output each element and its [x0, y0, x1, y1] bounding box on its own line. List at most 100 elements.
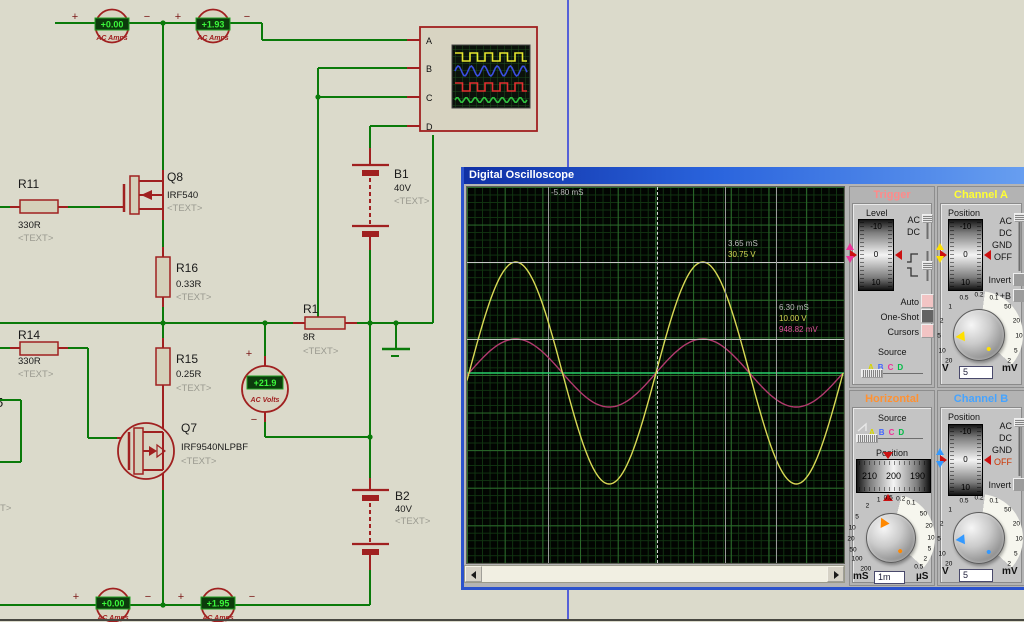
channel-a-coupling-slider[interactable]: [1014, 213, 1024, 271]
channel-a-gnd-label: GND: [992, 240, 1012, 250]
battery-b2[interactable]: [352, 488, 389, 555]
timebase-knob[interactable]: [866, 513, 916, 563]
knob-scale-label: 10: [1015, 332, 1023, 340]
channel-b-gain-knob[interactable]: [953, 512, 1005, 564]
trace-channel-a: [467, 261, 844, 485]
knob-scale-label: 1: [948, 303, 953, 311]
trigger-edge-switch[interactable]: [922, 251, 933, 281]
channel-a-position-drum[interactable]: -10 0 10: [948, 219, 983, 291]
svg-text:AC Amps: AC Amps: [196, 35, 228, 42]
knob-scale-label: 2: [1007, 560, 1011, 568]
scope-pin-d: D: [426, 122, 433, 132]
trace-channel-c: [467, 338, 844, 408]
svg-text:+: +: [73, 591, 79, 603]
cursor-line-vertical: [548, 187, 549, 563]
cursor-time-label: 6.30 mS: [779, 303, 809, 312]
wires[interactable]: [0, 22, 434, 606]
knob-scale-label: 2: [939, 317, 944, 325]
svg-text:−: −: [244, 11, 250, 23]
channel-b-coupling-slider[interactable]: [1014, 418, 1024, 476]
channel-a-off-label: OFF: [994, 252, 1012, 262]
knob-pointer: [955, 331, 965, 343]
svg-text:<TEXT>: <TEXT>: [18, 369, 54, 380]
horizontal-panel: Horizontal Source ABCD Position 210 200 …: [847, 390, 935, 586]
auto-button[interactable]: [921, 294, 934, 308]
channel-b-dc-label: DC: [999, 433, 1012, 443]
knob-scale-label: 10: [927, 534, 935, 542]
oscilloscope-window: Digital Oscilloscope -5.80 mS 3.65 mS 30.7…: [461, 167, 1024, 590]
resistor-r15: [155, 347, 171, 386]
svg-text:<TEXT>: <TEXT>: [395, 516, 431, 527]
trigger-title: Trigger: [873, 189, 911, 201]
svg-text:330R: 330R: [18, 220, 41, 231]
svg-text:Q7: Q7: [181, 421, 197, 435]
channel-a-aplusb-button[interactable]: [1013, 289, 1024, 302]
knob-scale-label: 0.2: [974, 291, 984, 299]
mosfet-q7[interactable]: [117, 422, 175, 480]
scroll-right-button[interactable]: [827, 566, 844, 582]
resistor-r14: [19, 341, 59, 356]
knob-scale-label: 0.1: [989, 294, 999, 302]
window-edge-line: [0, 619, 1024, 621]
svg-text:+: +: [178, 591, 184, 603]
trigger-ac-label: AC: [907, 215, 920, 225]
knob-scale-label: 0.5: [883, 494, 893, 502]
channel-b-position-drum[interactable]: -10 0 10: [948, 424, 983, 496]
svg-text:<TEXT>: <TEXT>: [167, 203, 203, 214]
scope-screen[interactable]: -5.80 mS 3.65 mS 30.75 V 6.30 mS 10.00 V 948.…: [466, 186, 845, 564]
cursors-button[interactable]: [921, 324, 934, 338]
window-titlebar[interactable]: Digital Oscilloscope: [464, 167, 1024, 184]
knob-scale-label: 5: [1014, 347, 1018, 355]
cursor-line-vertical: [776, 187, 777, 563]
trigger-level-drum[interactable]: -10 0 10: [858, 219, 894, 291]
ammeter-top-left[interactable]: +0.00 AC Amps + −: [72, 8, 150, 44]
horizontal-scrollbar[interactable]: [464, 565, 845, 583]
channel-b-invert-button[interactable]: [1013, 478, 1024, 491]
battery-b1[interactable]: [352, 163, 389, 237]
knob-scale-label: 5: [1014, 550, 1018, 558]
knob-scale-label: 5: [937, 332, 941, 340]
resistor-r1: [304, 316, 346, 330]
channel-a-position-label: Position: [948, 208, 981, 218]
resistor-r16: [155, 256, 171, 298]
cursor-channel-a-label: 30.75 V: [728, 250, 756, 259]
one-shot-button[interactable]: [921, 309, 934, 323]
channel-b-title: Channel B: [953, 393, 1009, 405]
trigger-source-slider[interactable]: [861, 369, 923, 378]
knob-scale-label: 10: [1015, 535, 1023, 543]
knob-scale-label: 0.1: [906, 499, 916, 507]
trigger-coupling-switch[interactable]: [922, 214, 933, 239]
channel-a-gain-knob[interactable]: [953, 309, 1005, 361]
svg-text:40V: 40V: [395, 504, 413, 515]
mosfet-q8[interactable]: [122, 175, 164, 215]
ground-symbol[interactable]: [382, 347, 410, 357]
sheet-border-line-lower: [567, 590, 569, 619]
channel-b-invert-label: Invert: [988, 480, 1011, 490]
svg-text:0.25R: 0.25R: [176, 369, 201, 380]
knob-scale-label: 100: [851, 555, 863, 563]
ammeter-top-right[interactable]: +1.93 AC Amps + −: [175, 8, 250, 44]
channel-a-invert-button[interactable]: [1013, 273, 1024, 286]
sheet-border-line: [567, 0, 569, 167]
svg-text:IRF9540NLPBF: IRF9540NLPBF: [181, 442, 248, 453]
drum-marker-top: [883, 452, 893, 459]
knob-dot: [897, 548, 903, 554]
svg-text:R11: R11: [18, 177, 39, 191]
knob-pointer: [955, 534, 965, 546]
horizontal-position-drum[interactable]: 210 200 190: [856, 459, 931, 493]
channel-a-panel: Channel A Position -10 0 10 AC DC GND OF…: [935, 186, 1024, 388]
channel-b-gnd-label: GND: [992, 445, 1012, 455]
horizontal-source-slider[interactable]: [856, 434, 923, 443]
scope-component[interactable]: A B C D: [419, 26, 538, 132]
svg-text:<TEXT>: <TEXT>: [303, 346, 339, 357]
svg-text:−: −: [144, 11, 150, 23]
ramp-source-icon: [857, 422, 867, 432]
knob-scale-label: 10: [848, 524, 856, 532]
knob-scale-label: 0.5: [959, 294, 969, 302]
knob-scale-label: 50: [849, 546, 857, 554]
scroll-left-button[interactable]: [465, 566, 482, 582]
trigger-oneshot-label: One-Shot: [880, 312, 919, 322]
svg-text:−: −: [249, 591, 255, 603]
channel-a-dc-label: DC: [999, 228, 1012, 238]
knob-scale-label: 0.2: [974, 494, 984, 502]
